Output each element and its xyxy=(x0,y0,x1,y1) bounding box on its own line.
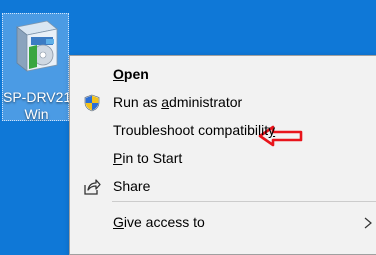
menu-item-run-as-administrator[interactable]: Run as administrator xyxy=(70,89,376,147)
menu-item-give-access-to[interactable]: Give access to xyxy=(70,209,376,236)
chevron-right-icon xyxy=(364,217,372,229)
menu-item-label: Give access to xyxy=(113,214,205,230)
menu-item-label: Run as administrator xyxy=(113,94,243,110)
menu-item-label: Open xyxy=(113,66,149,82)
menu-item-label: Share xyxy=(113,178,151,194)
menu-item-troubleshoot-compatibility[interactable]: Troubleshoot compatibility xyxy=(70,117,376,144)
context-menu: Open Run as administrator Troubleshoot c… xyxy=(69,55,376,255)
menu-item-pin-to-start[interactable]: Pin to Start xyxy=(70,145,376,172)
desktop-file-icon[interactable]: SP-DRV21 Win xyxy=(2,13,72,123)
menu-item-label: Pin to Start xyxy=(113,150,183,166)
share-icon xyxy=(84,179,101,195)
menu-item-share[interactable]: Share xyxy=(70,173,376,200)
desktop-icon-label-line2: Win xyxy=(24,106,49,122)
uac-shield-icon xyxy=(84,94,100,112)
menu-item-label: Troubleshoot compatibility xyxy=(113,122,276,138)
menu-item-open[interactable]: Open xyxy=(70,61,376,88)
installer-box-icon xyxy=(16,20,58,72)
desktop-icon-label-line1: SP-DRV21 xyxy=(3,89,72,105)
menu-divider xyxy=(112,201,376,202)
desktop-icon-label[interactable]: SP-DRV21 Win xyxy=(3,89,72,123)
